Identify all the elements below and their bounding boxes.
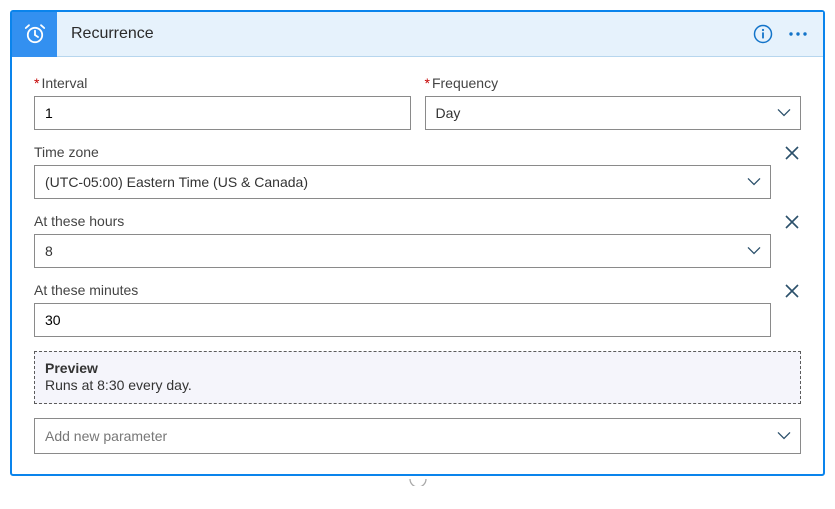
- info-icon[interactable]: [753, 24, 773, 44]
- frequency-select[interactable]: Day: [425, 96, 802, 130]
- clock-icon: [12, 12, 57, 57]
- preview-text: Runs at 8:30 every day.: [45, 377, 790, 393]
- remove-minutes-button[interactable]: [771, 282, 801, 300]
- card-body: *Interval *Frequency Day Time zone (UTC-…: [12, 57, 823, 474]
- chevron-down-icon: [776, 104, 792, 123]
- card-header: Recurrence: [12, 12, 823, 57]
- timezone-label: Time zone: [34, 144, 771, 160]
- remove-timezone-button[interactable]: [771, 144, 801, 162]
- chevron-down-icon: [776, 427, 792, 446]
- header-actions: [753, 24, 823, 44]
- timezone-value: (UTC-05:00) Eastern Time (US & Canada): [45, 174, 308, 190]
- timezone-field: Time zone (UTC-05:00) Eastern Time (US &…: [34, 144, 771, 199]
- hours-label: At these hours: [34, 213, 771, 229]
- frequency-value: Day: [436, 105, 461, 121]
- interval-field: *Interval: [34, 75, 411, 130]
- preview-title: Preview: [45, 360, 790, 376]
- chevron-down-icon: [746, 173, 762, 192]
- hours-field: At these hours 8: [34, 213, 771, 268]
- chevron-down-icon: [746, 242, 762, 261]
- recurrence-card: Recurrence *Interval: [10, 10, 825, 476]
- preview-box: Preview Runs at 8:30 every day.: [34, 351, 801, 404]
- interval-label: *Interval: [34, 75, 411, 91]
- timezone-select[interactable]: (UTC-05:00) Eastern Time (US & Canada): [34, 165, 771, 199]
- hours-value: 8: [45, 243, 53, 259]
- add-parameter-select[interactable]: Add new parameter: [34, 418, 801, 454]
- card-title: Recurrence: [57, 25, 753, 43]
- interval-input[interactable]: [34, 96, 411, 130]
- frequency-label: *Frequency: [425, 75, 802, 91]
- remove-hours-button[interactable]: [771, 213, 801, 231]
- minutes-input[interactable]: [34, 303, 771, 337]
- hours-select[interactable]: 8: [34, 234, 771, 268]
- minutes-field: At these minutes: [34, 282, 771, 337]
- more-icon[interactable]: [787, 24, 809, 44]
- frequency-field: *Frequency Day: [425, 75, 802, 130]
- flow-connector: [10, 476, 825, 486]
- frequency-label-text: Frequency: [432, 75, 498, 91]
- add-parameter-placeholder: Add new parameter: [45, 428, 167, 444]
- interval-label-text: Interval: [41, 75, 87, 91]
- minutes-label: At these minutes: [34, 282, 771, 298]
